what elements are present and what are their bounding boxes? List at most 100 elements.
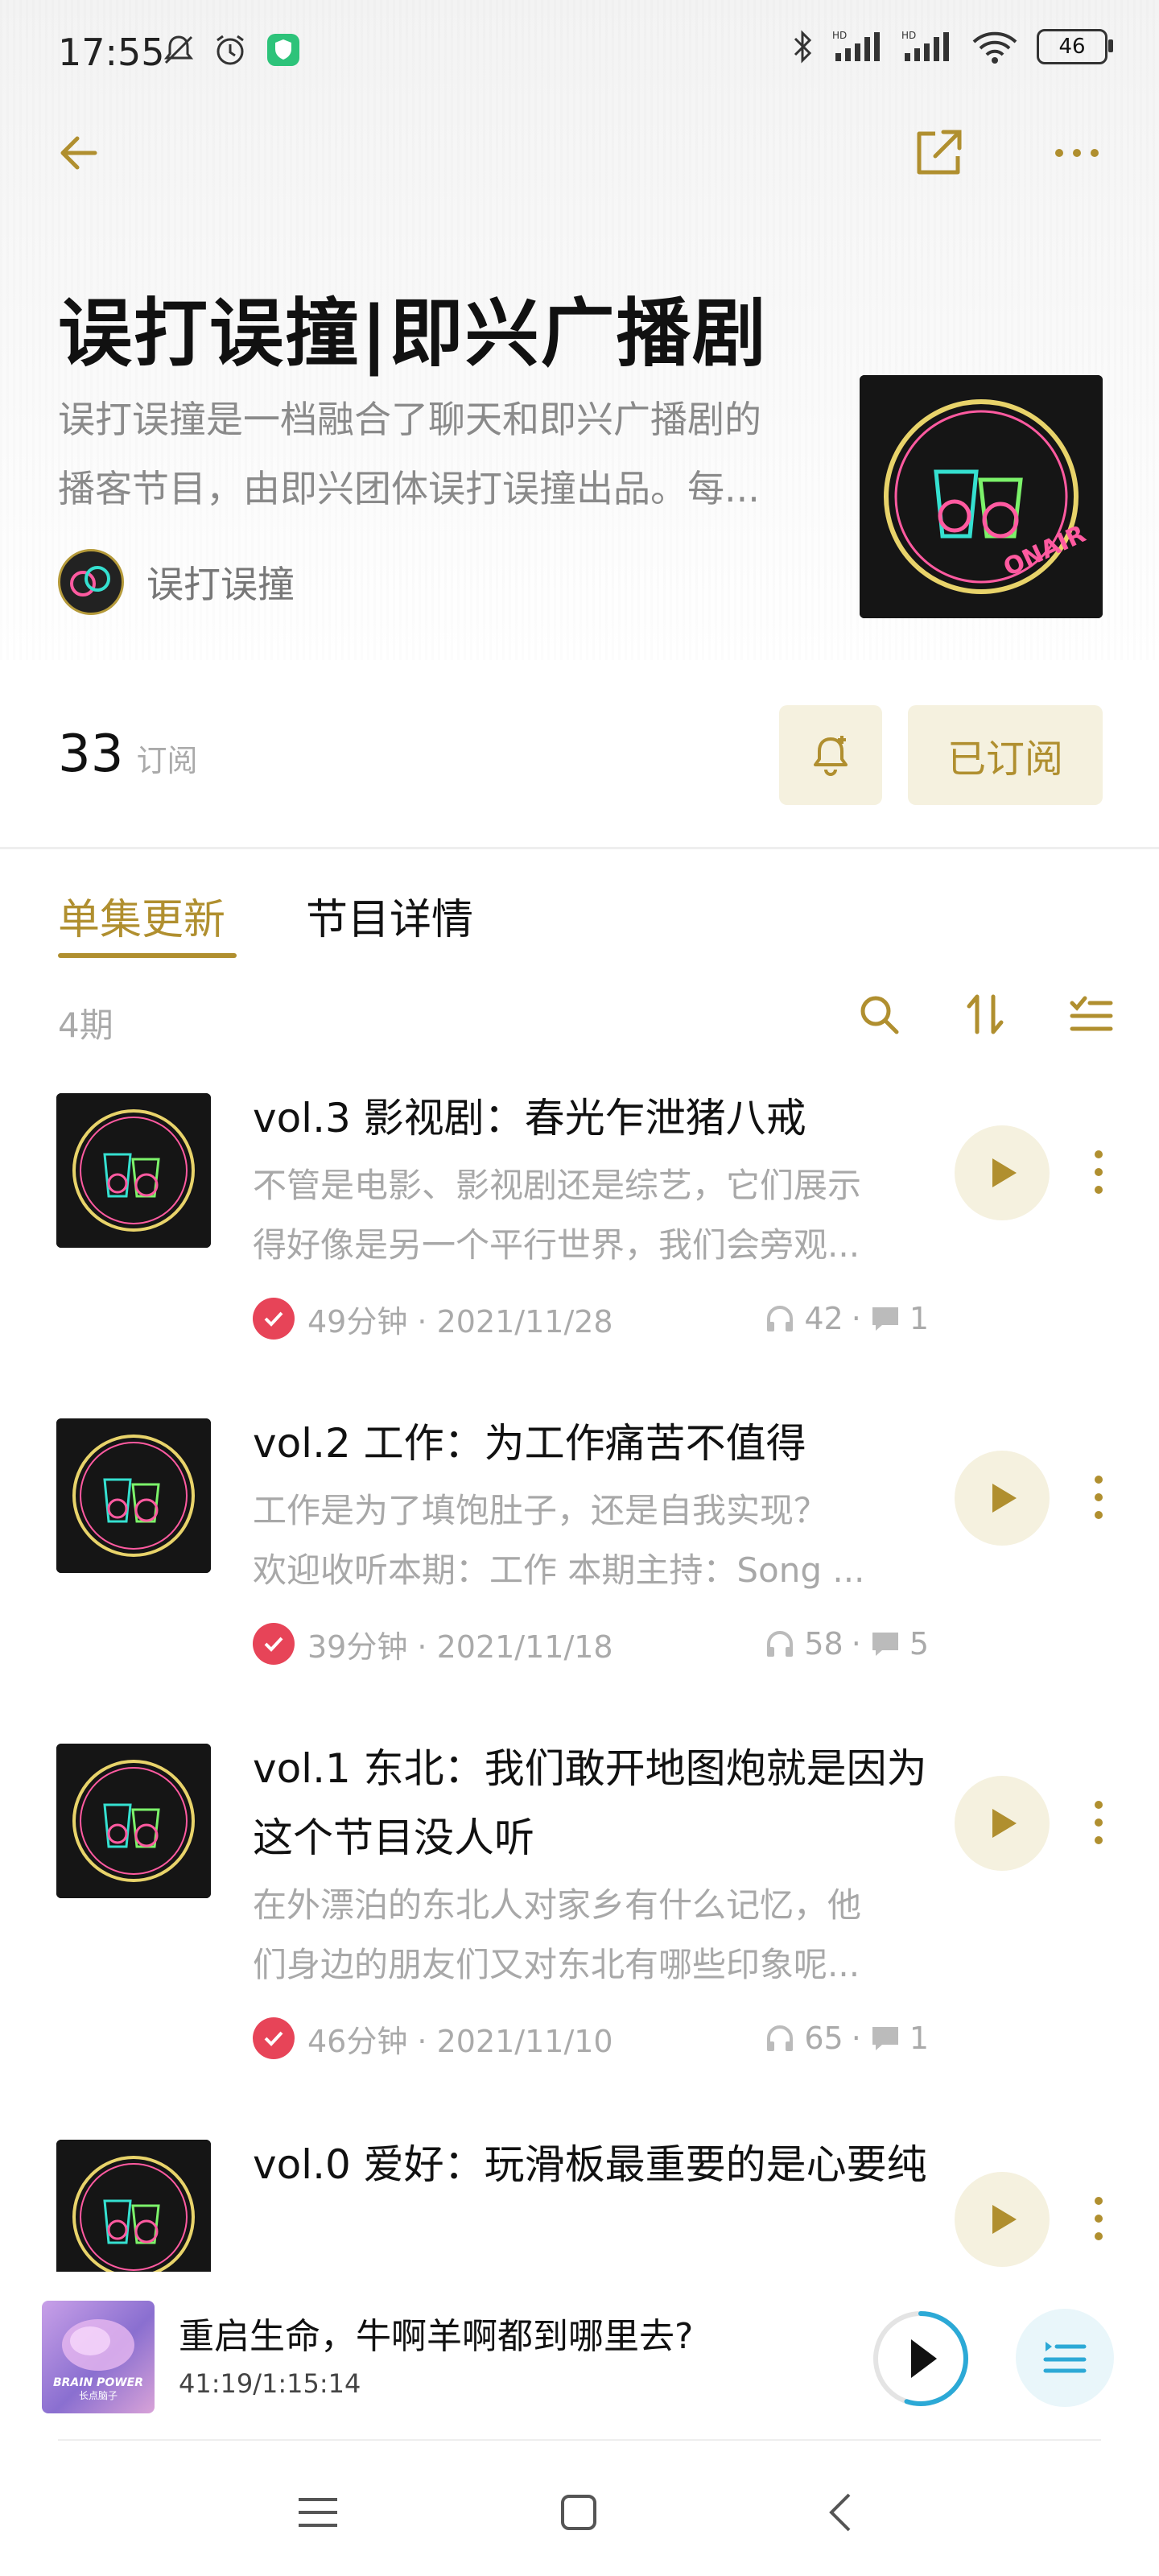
home-nav-button[interactable] — [551, 2484, 607, 2541]
play-icon — [992, 1484, 1017, 1513]
tab-details[interactable]: 节目详情 — [306, 886, 473, 946]
cover-title-en: BRAIN POWER — [52, 2376, 144, 2389]
vertical-dots-icon — [1095, 2197, 1103, 2240]
meta-separator: · — [851, 1301, 861, 1336]
episode-title: vol.3 影视剧：春光乍泄猪八戒 — [253, 1095, 806, 1141]
batch-select-button[interactable] — [1064, 987, 1119, 1042]
sort-icon — [967, 994, 1004, 1034]
author-name: 误打误撞 — [146, 563, 295, 606]
episode-title: vol.1 东北：我们敢开地图炮就是因为这个节目没人听 — [253, 1745, 927, 1861]
bluetooth-icon — [794, 30, 812, 64]
vertical-dots-icon — [1095, 1150, 1103, 1194]
share-button[interactable] — [906, 121, 971, 185]
share-external-icon — [917, 130, 962, 175]
signal-icon-1: HD — [832, 30, 880, 61]
menu-nav-button[interactable] — [290, 2484, 346, 2541]
episode-more-button[interactable] — [1079, 1790, 1119, 1855]
tab-episodes[interactable]: 单集更新 — [58, 886, 225, 946]
now-playing-title: 重启生命，牛啊羊啊都到哪里去? — [179, 2316, 694, 2357]
arrow-left-icon — [60, 136, 97, 170]
episode-cover — [56, 1093, 211, 1248]
episode-meta: 39分钟 · 2021/11/18 58 · 5 — [253, 1621, 929, 1666]
chevron-left-icon — [829, 2493, 851, 2532]
listen-count: 58 — [804, 1626, 843, 1662]
search-button[interactable] — [852, 987, 906, 1042]
episode-play-button[interactable] — [955, 1125, 1050, 1220]
comment-count: 1 — [909, 1301, 929, 1336]
comment-icon — [872, 1633, 898, 1656]
episode-more-button[interactable] — [1079, 1140, 1119, 1204]
episode-more-button[interactable] — [1079, 2186, 1119, 2251]
meta-separator: · — [851, 2021, 861, 2056]
status-time: 17:55 — [58, 31, 165, 74]
episode-title: vol.2 工作：为工作痛苦不值得 — [253, 1420, 806, 1467]
vertical-dots-icon — [1095, 1476, 1103, 1519]
episode-desc-line: 欢迎收听本期：工作 本期主持：Song ... — [253, 1550, 865, 1590]
episode-count: 4期 — [58, 1005, 113, 1045]
episode-title: vol.0 爱好：玩滑板最重要的是心要纯 — [253, 2141, 927, 2188]
play-icon — [992, 1809, 1017, 1838]
status-bar: 17:55 HD HD 46 — [0, 0, 1159, 113]
episode-cover — [56, 2140, 211, 2272]
home-square-icon — [561, 2495, 596, 2530]
system-nav-bar — [0, 2447, 1159, 2576]
episode-more-button[interactable] — [1079, 1465, 1119, 1530]
more-dots-icon — [1055, 149, 1099, 157]
list-check-icon — [1070, 996, 1113, 1031]
episode-description: 工作是为了填饱肚子，还是自我实现？ 欢迎收听本期：工作 本期主持：Song ..… — [253, 1481, 929, 1600]
episode-desc-line: 得好像是另一个平行世界，我们会旁观... — [253, 1225, 860, 1265]
description-line-1: 误打误撞是一档融合了聊天和即兴广播剧的 — [58, 398, 761, 441]
listen-count: 65 — [804, 2021, 843, 2056]
episode-desc-line: 不管是电影、影视剧还是综艺，它们展示 — [253, 1166, 862, 1205]
comment-count: 1 — [909, 2021, 929, 2056]
episode-meta: 46分钟 · 2021/11/10 65 · 1 — [253, 2016, 929, 2061]
podcast-title: 误打误撞|即兴广播剧 — [58, 291, 768, 377]
episode-desc-line: 在外漂泊的东北人对家乡有什么记忆，他 — [253, 1885, 862, 1925]
subscribed-button[interactable]: 已订阅 — [908, 705, 1103, 805]
episode-cover — [56, 1418, 211, 1573]
svg-text:HD: HD — [832, 30, 847, 41]
episode-duration-date: 49分钟 · 2021/11/28 — [307, 1303, 613, 1340]
back-nav-button[interactable] — [813, 2484, 869, 2541]
headphones-icon — [767, 2025, 794, 2051]
episode-item[interactable]: vol.0 爱好：玩滑板最重要的是心要纯 — [0, 2130, 1159, 2272]
play-progress-ring — [873, 2311, 968, 2406]
back-button[interactable] — [47, 121, 111, 185]
notification-toggle-button[interactable] — [779, 705, 882, 805]
episode-play-button[interactable] — [955, 2172, 1050, 2267]
subscriber-count: 33 — [58, 724, 124, 784]
bell-plus-icon — [814, 736, 848, 776]
listen-count: 42 — [804, 1301, 843, 1336]
episode-play-button[interactable] — [955, 1451, 1050, 1546]
active-tab-indicator — [58, 953, 237, 958]
comment-icon — [872, 1307, 898, 1331]
section-divider — [0, 847, 1159, 849]
sort-button[interactable] — [958, 987, 1013, 1042]
author-avatar — [58, 549, 124, 615]
battery-level: 46 — [1058, 35, 1086, 59]
play-icon — [992, 2205, 1017, 2234]
subscriber-label: 订阅 — [136, 743, 198, 778]
play-icon — [992, 1158, 1017, 1187]
now-playing-time: 41:19/1:15:14 — [179, 2368, 361, 2399]
episode-meta: 49分钟 · 2021/11/28 42 · 1 — [253, 1296, 929, 1341]
battery-indicator: 46 — [1037, 29, 1113, 64]
episode-description: 在外漂泊的东北人对家乡有什么记忆，他 们身边的朋友们又对东北有哪些印象呢... — [253, 1876, 929, 1995]
hamburger-icon — [299, 2498, 337, 2527]
mini-player[interactable]: BRAIN POWER 长点脑子 重启生命，牛啊羊啊都到哪里去? 41:19/1… — [0, 2272, 1159, 2441]
play-icon — [911, 2339, 937, 2378]
playlist-button[interactable] — [1016, 2309, 1114, 2407]
subscriber-info: 33 订阅 — [58, 724, 197, 784]
author-row[interactable]: 误打误撞 — [58, 549, 295, 615]
svg-text:HD: HD — [901, 30, 916, 41]
alarm-icon — [217, 35, 244, 65]
episode-play-button[interactable] — [955, 1776, 1050, 1871]
more-options-button[interactable] — [1045, 121, 1109, 185]
episode-duration-date: 46分钟 · 2021/11/10 — [307, 2023, 613, 2059]
episode-cover — [56, 1744, 211, 1898]
vertical-dots-icon — [1095, 1801, 1103, 1844]
comment-count: 5 — [909, 1626, 929, 1662]
wifi-icon — [972, 31, 1017, 64]
player-play-button[interactable] — [871, 2309, 971, 2409]
podcast-description[interactable]: 误打误撞是一档融合了聊天和即兴广播剧的 播客节目，由即兴团体误打误撞出品。每..… — [58, 385, 815, 523]
